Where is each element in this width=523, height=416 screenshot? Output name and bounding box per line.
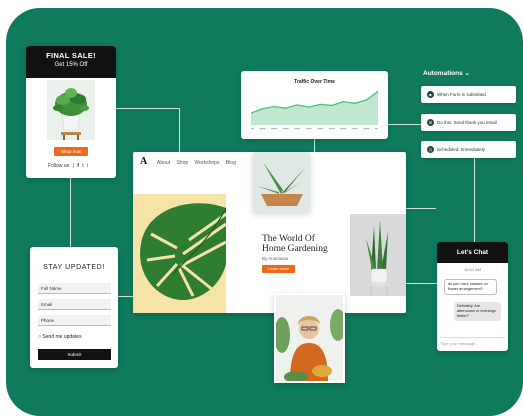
chat-message-reply: Definitely. Are afternoons or evenings b… (454, 302, 501, 321)
traffic-chart-card: Traffic Over Time (241, 71, 388, 139)
chart-x-tick (351, 128, 358, 130)
hero-headline: The World Of Home Gardening (262, 234, 328, 254)
chart-point (319, 103, 321, 105)
aloe-plant-image (253, 152, 310, 212)
connector-line (179, 108, 180, 152)
chart-x-tick (282, 128, 289, 130)
chat-message-user: do you have classes on flower arrangemen… (444, 279, 497, 295)
connector-line (405, 283, 438, 284)
chart-point (285, 107, 287, 109)
chart-point (331, 104, 333, 107)
chart-point (365, 99, 368, 101)
automation-step-trigger[interactable]: ■ When Form is submitted (421, 86, 516, 103)
site-logo[interactable]: A (140, 156, 147, 167)
automation-step-action[interactable]: ✉ Do this: Send thank you email (421, 114, 516, 131)
connector-line (116, 108, 180, 109)
automation-step-label: Do this: Send thank you email (437, 120, 497, 125)
nav-shop[interactable]: Shop (176, 160, 188, 166)
automation-step-label: When Form is submitted (437, 92, 486, 97)
email-icon: ✉ (427, 119, 434, 126)
sale-header: FINAL SALE! Get 15% Off (26, 46, 116, 78)
newsletter-form-card: STAY UPDATED! Full Name Email Phone ○ Se… (30, 247, 118, 368)
automations-title[interactable]: Automations ⌄ (423, 69, 470, 77)
clock-icon: ◷ (427, 146, 434, 153)
connector-line (474, 158, 475, 242)
form-icon: ■ (427, 91, 434, 98)
chevron-down-icon: ⌄ (464, 70, 470, 77)
chat-title: Let's Chat (437, 242, 508, 263)
nav-about[interactable]: About (157, 160, 170, 166)
chart-x-tick (294, 128, 301, 130)
chart-point (354, 102, 356, 104)
chat-timestamp: 10:01 AM (464, 267, 481, 272)
site-nav: About Shop Workshops Blog (157, 160, 241, 166)
hero-author: By Anastasia (262, 256, 289, 261)
chat-message-input[interactable]: Type your message... (440, 337, 505, 346)
nav-workshops[interactable]: Workshops (195, 160, 220, 166)
automation-step-schedule[interactable]: ◷ Scheduled: Immediately (421, 141, 516, 158)
submit-button[interactable]: Submit (38, 349, 111, 360)
full-name-field[interactable]: Full Name (38, 283, 111, 294)
monstera-image (133, 194, 227, 313)
learn-more-button[interactable]: Learn more (262, 265, 295, 273)
traffic-area-chart (251, 90, 378, 130)
chart-area-fill (251, 91, 378, 125)
connector-line (70, 178, 71, 248)
connector-line (314, 138, 315, 152)
connector-line (406, 208, 436, 209)
email-field[interactable]: Email (38, 299, 111, 310)
facebook-icon[interactable]: f (77, 163, 79, 169)
chart-x-tick (271, 128, 278, 130)
chart-point (261, 108, 264, 110)
chart-point (273, 105, 275, 108)
automation-step-label: Scheduled: Immediately (437, 147, 486, 152)
form-title: STAY UPDATED! (43, 264, 105, 271)
radio-icon: ○ (38, 334, 42, 340)
chart-point (296, 104, 298, 106)
chart-x-tick (363, 128, 370, 130)
chart-point (342, 101, 344, 103)
phone-field[interactable]: Phone (38, 315, 111, 326)
potted-plant-image (47, 80, 95, 140)
chart-x-tick (259, 128, 266, 130)
chart-x-tick (340, 128, 347, 130)
updates-checkbox[interactable]: ○ Send me updates (38, 334, 82, 340)
snake-plant-image (350, 214, 406, 296)
chart-point (308, 106, 310, 108)
chart-x-tick (375, 128, 378, 130)
follow-label: Follow us (48, 163, 70, 169)
connector-line (388, 124, 422, 125)
chart-x-tick (251, 128, 254, 130)
shop-now-button[interactable]: Shop now (54, 147, 88, 156)
follow-us-row: Follow us | f t i (48, 163, 89, 169)
gardener-photo (274, 293, 346, 383)
sale-subtitle: Get 15% Off (54, 62, 88, 68)
nav-blog[interactable]: Blog (226, 160, 236, 166)
chart-x-tick (328, 128, 335, 130)
instagram-icon[interactable]: i (87, 163, 88, 169)
twitter-icon[interactable]: t (82, 163, 83, 169)
chat-widget: Let's Chat 10:01 AM do you have classes … (437, 242, 508, 351)
chart-x-tick (305, 128, 312, 130)
chart-x-tick (317, 128, 324, 130)
sale-popup-card: FINAL SALE! Get 15% Off Shop now Follow … (26, 46, 116, 178)
sale-title: FINAL SALE! (46, 51, 96, 60)
